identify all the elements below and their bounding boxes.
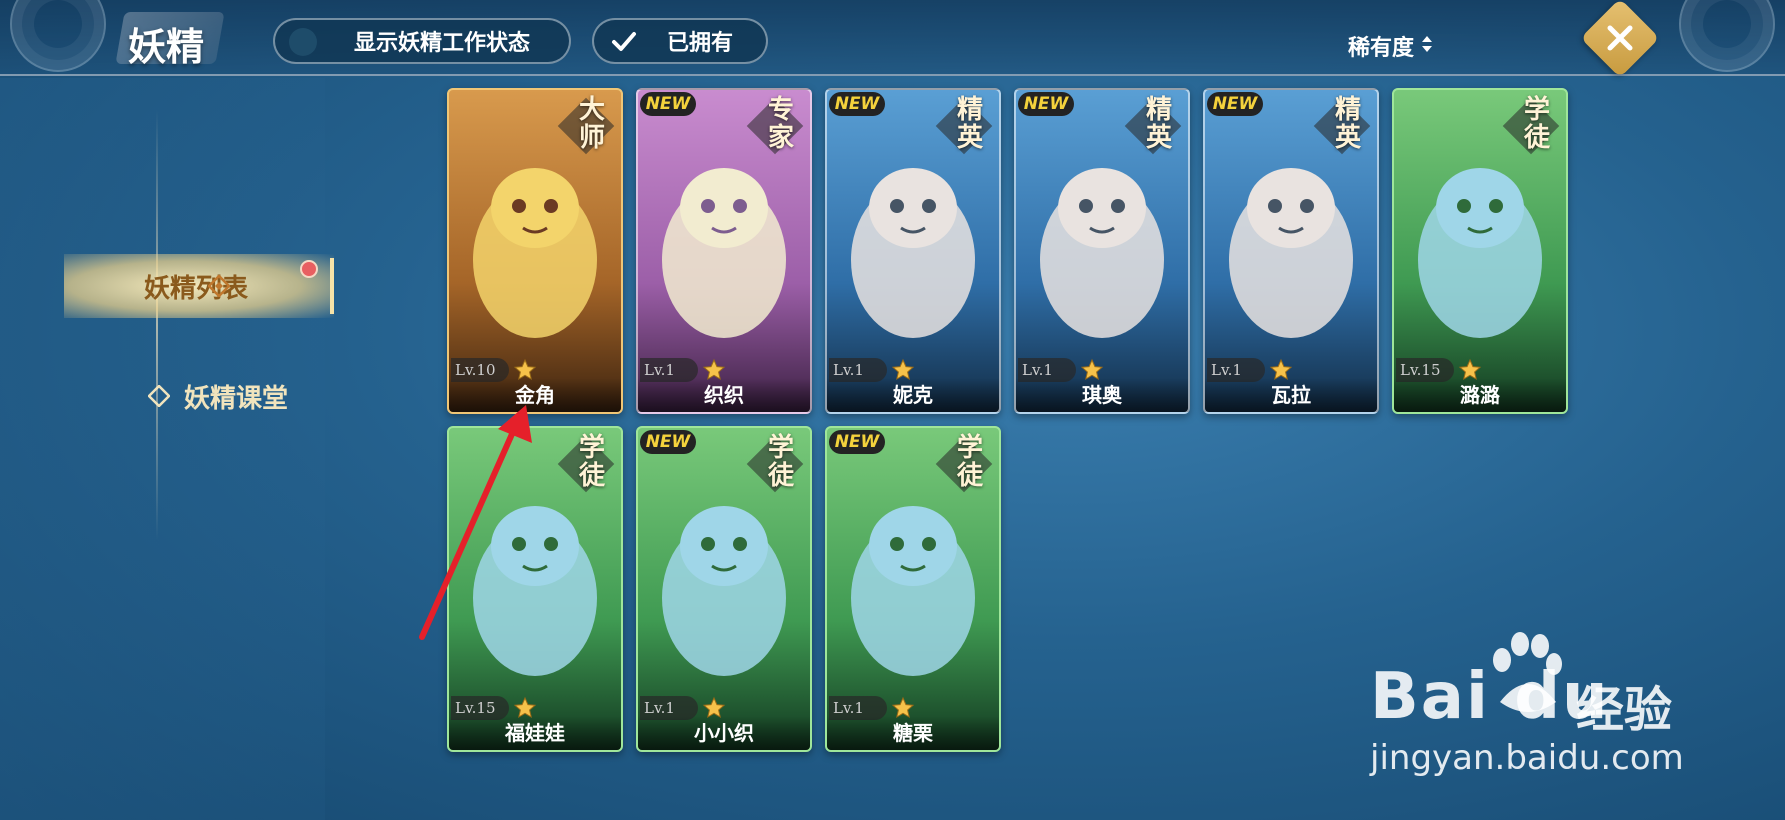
watermark-brand: Bai du <box>1370 660 1610 734</box>
sidebar <box>0 78 325 820</box>
rank-badge: 学徒 <box>1502 94 1560 156</box>
diamond-bullet-icon <box>148 385 170 407</box>
rank-label: 学徒 <box>767 433 794 491</box>
sidebar-item-fairy-class[interactable]: 妖精课堂 <box>144 376 288 416</box>
sidebar-item-label: 妖精列表 <box>144 273 249 304</box>
fairy-card[interactable]: NEW 学徒 Lv.1 小小织 <box>636 426 812 752</box>
fairy-card[interactable]: NEW 精英 Lv.1 瓦拉 <box>1203 88 1379 414</box>
sort-toggle-icon[interactable] <box>1420 34 1434 54</box>
owned-filter-label: 已拥有 <box>666 30 733 56</box>
rank-label: 大师 <box>578 95 605 153</box>
watermark-cn: 经验 <box>1576 682 1673 738</box>
close-icon <box>1607 25 1633 51</box>
rank-badge: 学徒 <box>935 432 993 494</box>
annotation-arrow-icon <box>419 405 532 640</box>
fairy-name: 妮克 <box>827 378 999 412</box>
rank-badge: 学徒 <box>746 432 804 494</box>
fairy-name: 潞潞 <box>1394 378 1566 412</box>
fairy-name: 琪奥 <box>1016 378 1188 412</box>
new-badge: NEW <box>1018 92 1074 116</box>
fairy-name: 瓦拉 <box>1205 378 1377 412</box>
fairy-name: 织织 <box>638 378 810 412</box>
rank-label: 学徒 <box>1523 95 1550 153</box>
new-badge: NEW <box>829 430 885 454</box>
fairy-card[interactable]: NEW 专家 Lv.1 织织 <box>636 88 812 414</box>
rank-label: 学徒 <box>578 433 605 491</box>
notification-dot <box>300 260 318 278</box>
fairy-card[interactable]: NEW 精英 Lv.1 琪奥 <box>1014 88 1190 414</box>
new-badge: NEW <box>640 430 696 454</box>
rank-badge: 精英 <box>1313 94 1371 156</box>
rank-label: 精英 <box>1145 95 1172 153</box>
new-badge: NEW <box>829 92 885 116</box>
fairy-name: 糖栗 <box>827 716 999 750</box>
rank-badge: 精英 <box>1124 94 1182 156</box>
check-icon <box>612 32 636 51</box>
new-badge: NEW <box>640 92 696 116</box>
diamond-bullet-icon <box>208 275 230 297</box>
page-title: 妖精 <box>128 24 205 69</box>
fairy-card[interactable]: 学徒 Lv.15 潞潞 <box>1392 88 1568 414</box>
top-bar <box>0 0 1785 76</box>
sort-rarity-button[interactable]: 稀有度 <box>1348 30 1414 62</box>
rank-badge: 大师 <box>557 94 615 156</box>
rank-label: 精英 <box>956 95 983 153</box>
show-work-status-label: 显示妖精工作状态 <box>353 30 530 56</box>
rank-badge: 学徒 <box>557 432 615 494</box>
rank-label: 精英 <box>1334 95 1361 153</box>
fairy-name: 福娃娃 <box>449 716 621 750</box>
baidu-watermark: Bai du 经验 jingyan.baidu.com <box>1370 630 1700 790</box>
fairy-name: 小小织 <box>638 716 810 750</box>
owned-filter-toggle[interactable]: 已拥有 <box>592 18 768 64</box>
fairy-card[interactable]: NEW 精英 Lv.1 妮克 <box>825 88 1001 414</box>
toggle-off-indicator <box>289 28 317 56</box>
rank-badge: 精英 <box>935 94 993 156</box>
rank-label: 专家 <box>767 95 794 153</box>
fairy-card[interactable]: 大师 Lv.10 金角 <box>447 88 623 414</box>
show-work-status-toggle[interactable]: 显示妖精工作状态 <box>273 18 571 64</box>
rank-label: 学徒 <box>956 433 983 491</box>
new-badge: NEW <box>1207 92 1263 116</box>
watermark-url: jingyan.baidu.com <box>1370 738 1684 778</box>
sidebar-item-label: 妖精课堂 <box>184 383 289 414</box>
sidebar-divider-line <box>156 110 158 540</box>
fairy-card[interactable]: NEW 学徒 Lv.1 糖栗 <box>825 426 1001 752</box>
sidebar-item-fairy-list[interactable]: 妖精列表 <box>64 254 334 318</box>
rank-badge: 专家 <box>746 94 804 156</box>
